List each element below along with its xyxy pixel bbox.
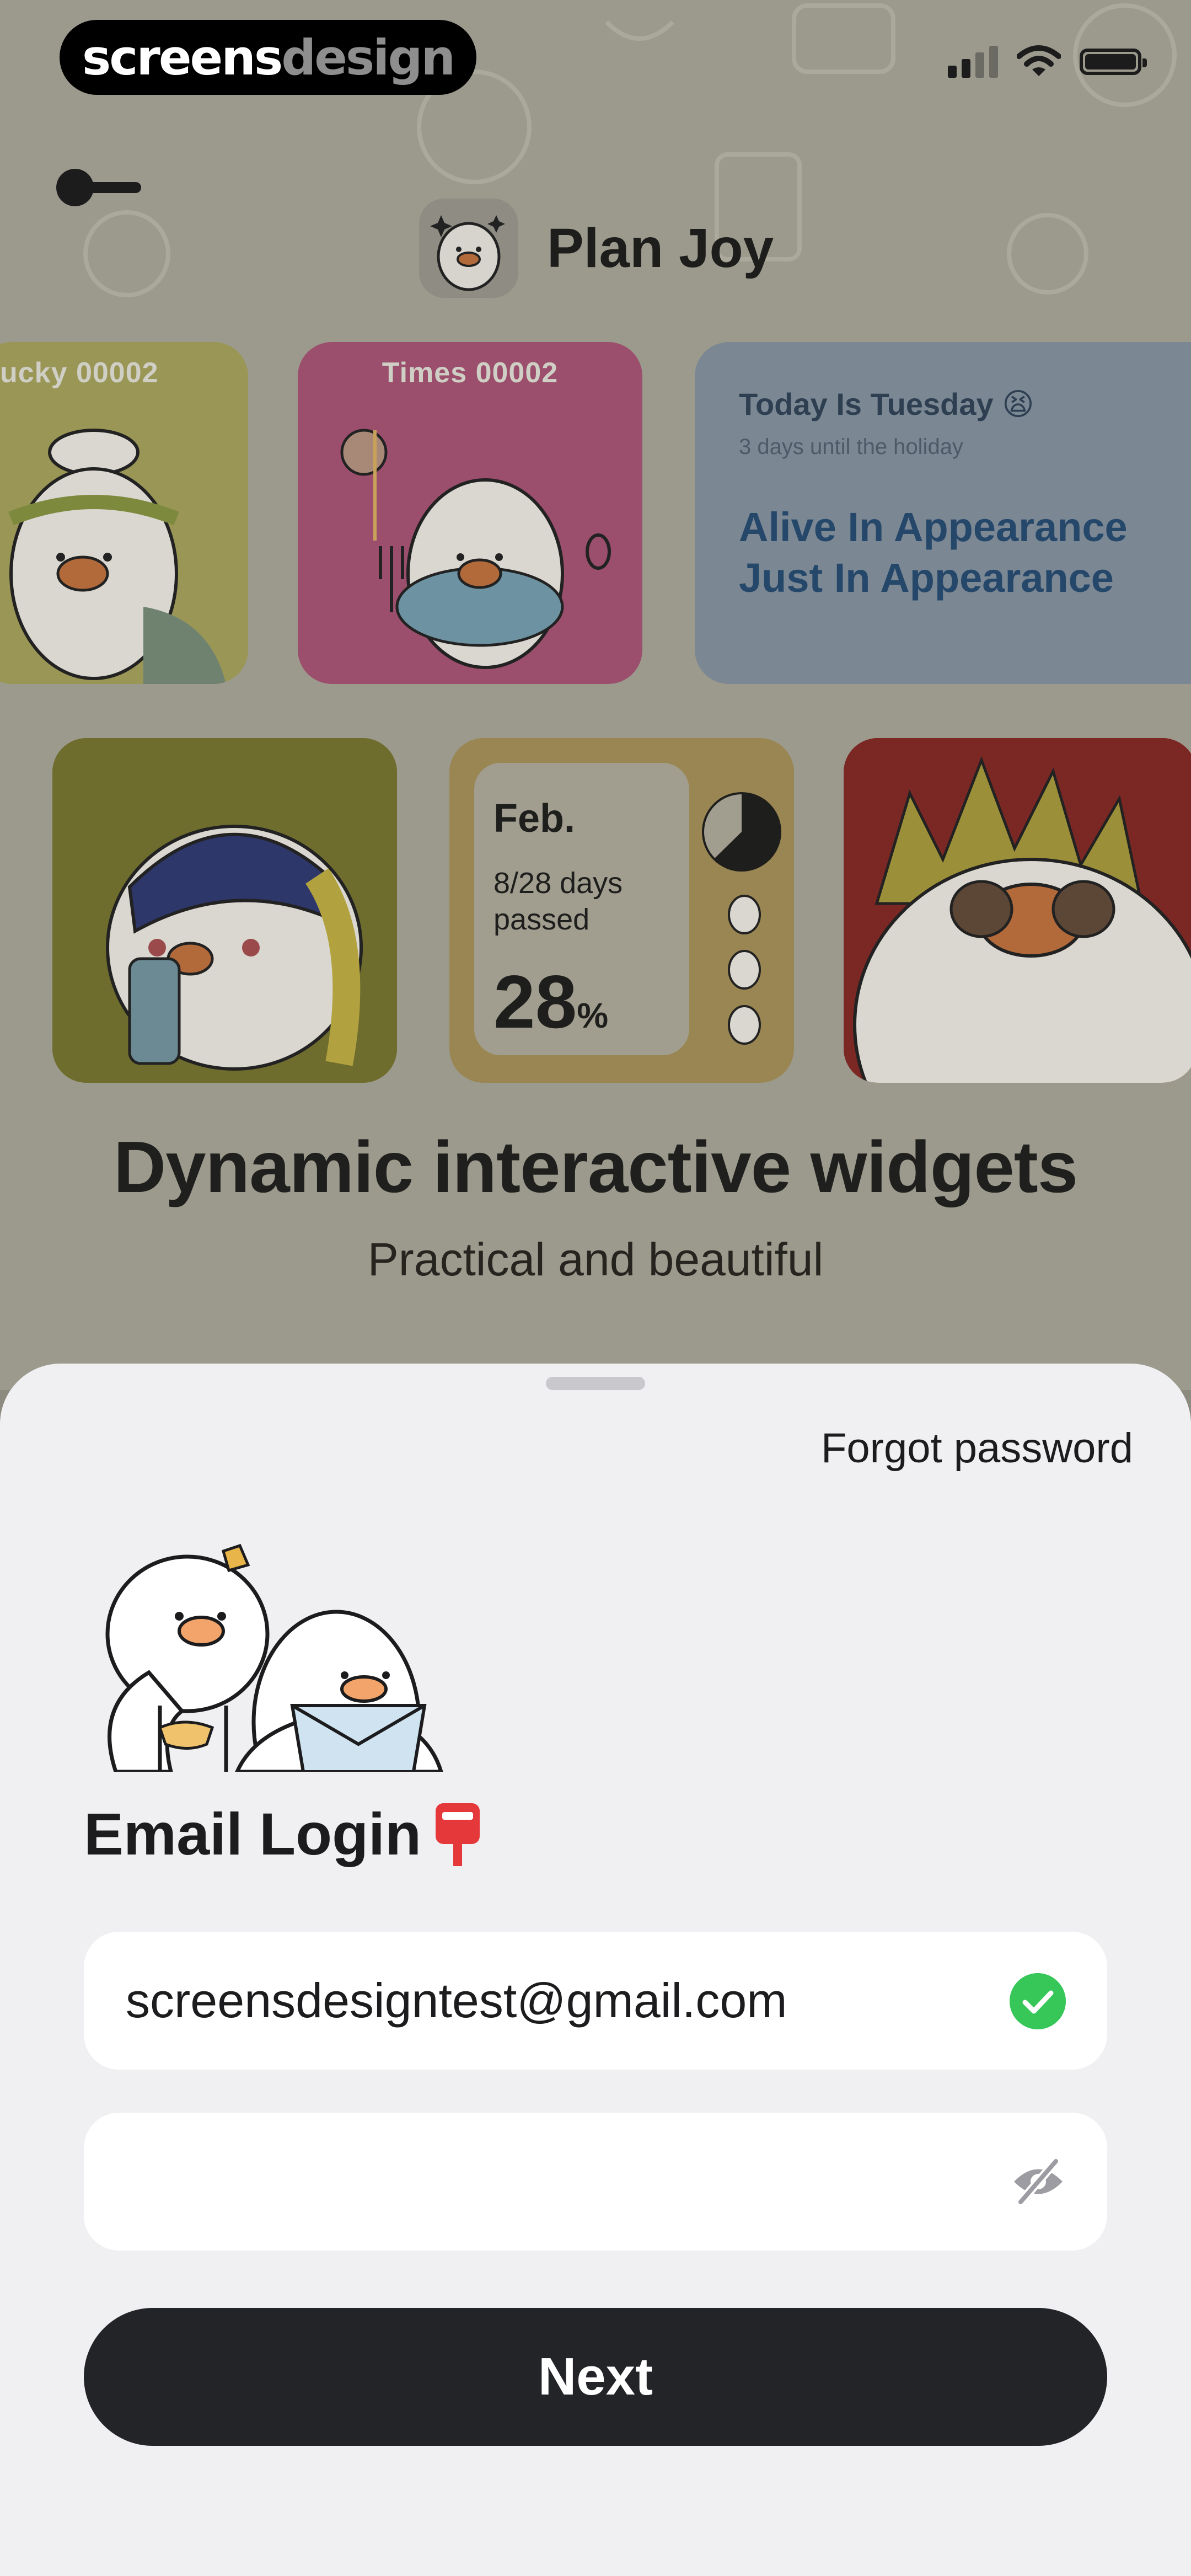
widget-today-quote: Alive In Appearance Just In Appearance — [739, 504, 1128, 601]
progress-days: 8/28 days passed — [493, 867, 623, 936]
mini-ducks-icon — [728, 895, 761, 1045]
angry-duck-illustration — [844, 738, 1191, 1083]
postbox-icon — [436, 1803, 480, 1866]
duck-pearl-earring-illustration — [52, 738, 397, 1083]
status-bar — [948, 45, 1147, 78]
promo-subtitle: Practical and beautiful — [367, 1233, 824, 1285]
next-button[interactable]: Next — [84, 2308, 1107, 2446]
arrow-left-icon[interactable] — [50, 154, 149, 221]
widget-girl-pearl-earring — [52, 738, 397, 1083]
eye-off-icon[interactable] — [1011, 2157, 1066, 2206]
widget-label: Times 00002 — [382, 357, 559, 389]
widget-times: Times 00002 — [298, 342, 642, 684]
password-field[interactable] — [84, 2113, 1107, 2251]
check-circle-icon — [1010, 1973, 1066, 2029]
app-header: Plan Joy — [419, 199, 774, 298]
wifi-icon — [1017, 45, 1061, 76]
widget-label: ucky 00002 — [0, 357, 159, 389]
widget-today-title: Today Is Tuesday 😫 — [739, 387, 1034, 421]
watermark-strong: screens — [82, 29, 283, 86]
duck-eating-illustration — [340, 429, 611, 669]
progress-month: Feb. — [493, 797, 576, 841]
login-title: Email Login — [84, 1799, 484, 1868]
widget-today-subtitle: 3 days until the holiday — [739, 435, 963, 459]
email-value[interactable]: screensdesigntest@gmail.com — [126, 1932, 787, 2070]
background-screen: screens design Plan Joy ucky 00002 Times… — [0, 0, 1191, 1390]
watermark-light: design — [281, 29, 455, 86]
pie-progress-icon — [702, 792, 781, 872]
progress-percent: 28% — [493, 960, 609, 1044]
forgot-password-link[interactable]: Forgot password — [821, 1424, 1133, 1472]
screensdesign-watermark: screens design — [60, 20, 476, 95]
login-title-text: Email Login — [84, 1800, 422, 1867]
promo-title: Dynamic interactive widgets — [113, 1126, 1078, 1207]
password-input[interactable] — [126, 2143, 955, 2221]
battery-icon — [1080, 49, 1147, 75]
sheet-grabber-handle[interactable] — [546, 1377, 645, 1390]
email-field[interactable]: screensdesigntest@gmail.com — [84, 1932, 1107, 2070]
widget-today: Today Is Tuesday 😫 3 days until the holi… — [695, 342, 1191, 684]
widget-angry-duck — [844, 738, 1191, 1083]
signal-bars-icon — [948, 46, 998, 78]
login-bottom-sheet: Forgot password Email Login screensdesig… — [0, 1364, 1191, 2576]
widget-lucky: ucky 00002 — [0, 342, 248, 684]
app-logo-icon — [419, 199, 518, 298]
app-name: Plan Joy — [547, 217, 774, 279]
ducks-envelope-illustration — [105, 1543, 443, 1772]
widget-month-progress: Feb. 8/28 days passed 28% — [449, 738, 794, 1083]
duck-illustration — [8, 429, 226, 684]
